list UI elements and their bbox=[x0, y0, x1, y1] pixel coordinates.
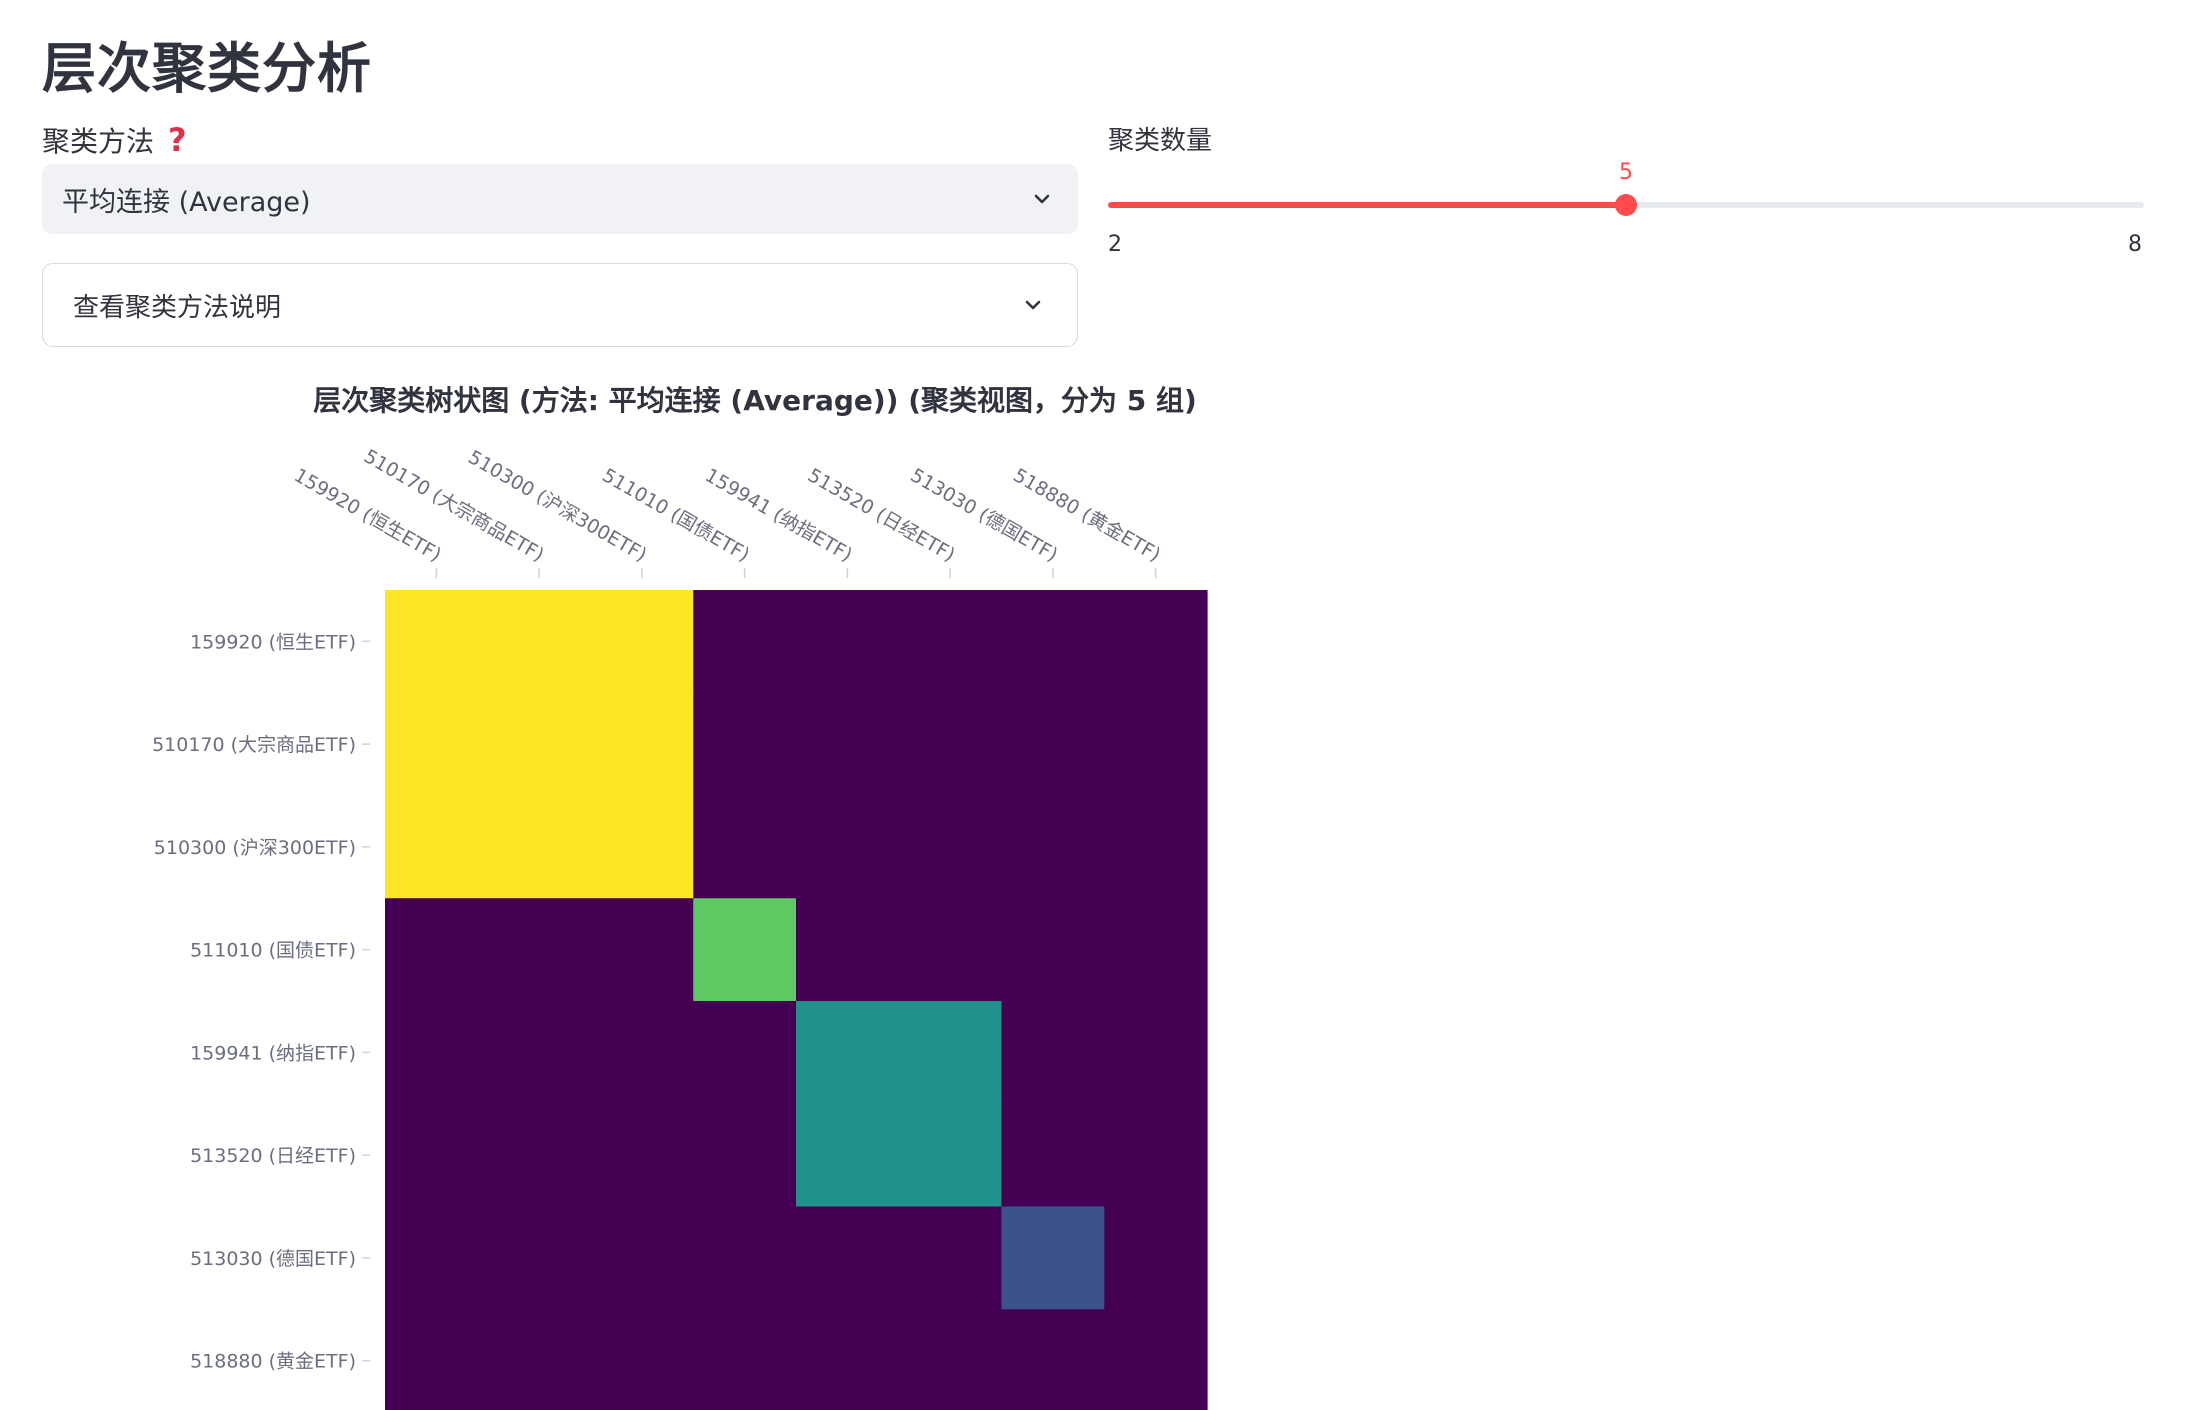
heatmap-cell bbox=[898, 692, 1003, 797]
heatmap-cell bbox=[796, 1206, 900, 1310]
heatmap-cell bbox=[590, 1001, 694, 1105]
heatmap-cell bbox=[385, 692, 489, 797]
heatmap-cell bbox=[385, 1309, 489, 1410]
heatmap-cell bbox=[590, 590, 694, 694]
method-select-value: 平均连接 (Average) bbox=[62, 186, 311, 218]
heatmap-cell bbox=[693, 1206, 797, 1310]
heatmap-cell bbox=[487, 1001, 592, 1105]
y-tick-label: 159941 (纳指ETF) bbox=[190, 1042, 356, 1064]
heatmap-cell bbox=[898, 795, 1003, 899]
heatmap-cell bbox=[898, 898, 1003, 1002]
heatmap-cell bbox=[487, 1206, 592, 1310]
heatmap-cell bbox=[796, 1309, 900, 1410]
heatmap-cell bbox=[487, 1103, 592, 1208]
heatmap-cell bbox=[1001, 795, 1105, 899]
heatmap-cell bbox=[898, 1001, 1003, 1105]
heatmap-cell bbox=[693, 1001, 797, 1105]
x-tick-label: 510300 (沪深300ETF) bbox=[464, 446, 650, 566]
cluster-count-value: 5 bbox=[1619, 160, 1633, 185]
chart-title: 层次聚类树状图 (方法: 平均连接 (Average)) (聚类视图，分为 5 … bbox=[313, 384, 1197, 417]
heatmap-cell bbox=[487, 898, 592, 1002]
heatmap-cell bbox=[487, 692, 592, 797]
heatmap-cell bbox=[796, 692, 900, 797]
y-tick-label: 510170 (大宗商品ETF) bbox=[152, 734, 356, 756]
heatmap-cell bbox=[693, 1309, 797, 1410]
heatmap-cell bbox=[1104, 795, 1208, 899]
heatmap-cell bbox=[590, 1103, 694, 1208]
x-tick-label: 510170 (大宗商品ETF) bbox=[360, 445, 548, 566]
heatmap-cell bbox=[590, 898, 694, 1002]
page-title: 层次聚类分析 bbox=[42, 37, 372, 100]
heatmap-cell bbox=[1104, 692, 1208, 797]
method-label: 聚类方法 bbox=[42, 125, 155, 158]
heatmap-cell bbox=[1001, 898, 1105, 1002]
heatmap-cell bbox=[487, 590, 592, 694]
heatmap-cell bbox=[693, 898, 797, 1002]
heatmap-cell bbox=[1104, 1206, 1208, 1310]
heatmap-cell bbox=[385, 1103, 489, 1208]
y-tick-label: 513030 (德国ETF) bbox=[190, 1248, 356, 1270]
cluster-count-slider[interactable] bbox=[1108, 194, 2144, 216]
heatmap-cell bbox=[1104, 1001, 1208, 1105]
expander-label: 查看聚类方法说明 bbox=[73, 292, 282, 323]
chevron-down-icon bbox=[1025, 300, 1041, 310]
heatmap-cell bbox=[590, 795, 694, 899]
heatmap-cell bbox=[898, 590, 1003, 694]
heatmap-cell bbox=[487, 1309, 592, 1410]
heatmap-cell bbox=[796, 1001, 900, 1105]
heatmap-cell bbox=[796, 795, 900, 899]
cluster-count-label: 聚类数量 bbox=[1108, 126, 1213, 156]
heatmap-cell bbox=[487, 795, 592, 899]
y-tick-label: 510300 (沪深300ETF) bbox=[154, 837, 356, 859]
heatmap-cell bbox=[693, 692, 797, 797]
heatmap-cell bbox=[1104, 1309, 1208, 1410]
heatmap-cell bbox=[693, 1103, 797, 1208]
slider-thumb[interactable] bbox=[1615, 194, 1637, 216]
heatmap-cell bbox=[385, 590, 489, 694]
method-explanation-expander[interactable]: 查看聚类方法说明 bbox=[42, 263, 1078, 347]
chevron-down-icon bbox=[1034, 194, 1050, 204]
heatmap-cell bbox=[1001, 1309, 1105, 1410]
heatmap-cell bbox=[590, 692, 694, 797]
heatmap-cell bbox=[796, 898, 900, 1002]
heatmap-cell bbox=[1001, 1206, 1105, 1310]
heatmap-cell bbox=[693, 590, 797, 694]
heatmap-cell bbox=[590, 1206, 694, 1310]
heatmap-cell bbox=[1001, 1001, 1105, 1105]
cluster-heatmap-chart: 层次聚类树状图 (方法: 平均连接 (Average)) (聚类视图，分为 5 … bbox=[152, 384, 1208, 1410]
heatmap-cell bbox=[1104, 590, 1208, 694]
heatmap-cell bbox=[1001, 1103, 1105, 1208]
heatmap-cell bbox=[898, 1103, 1003, 1208]
heatmap-cell bbox=[796, 1103, 900, 1208]
heatmap-cell bbox=[898, 1206, 1003, 1310]
method-label-row: 聚类方法 ? bbox=[42, 120, 190, 160]
y-tick-label: 511010 (国债ETF) bbox=[190, 940, 356, 962]
heatmap-cell bbox=[1104, 898, 1208, 1002]
heatmap-cell bbox=[796, 590, 900, 694]
heatmap-cell bbox=[385, 898, 489, 1002]
y-tick-label: 513520 (日经ETF) bbox=[190, 1145, 356, 1167]
question-mark-icon[interactable]: ? bbox=[168, 124, 190, 156]
heatmap-cell bbox=[385, 795, 489, 899]
slider-fill bbox=[1108, 202, 1626, 208]
heatmap-cell bbox=[1001, 590, 1105, 694]
heatmap-cell bbox=[385, 1206, 489, 1310]
heatmap-cell bbox=[590, 1309, 694, 1410]
slider-min-label: 2 bbox=[1108, 232, 1122, 257]
y-tick-label: 518880 (黄金ETF) bbox=[190, 1351, 356, 1373]
heatmap-cell bbox=[1104, 1103, 1208, 1208]
heatmap-cell bbox=[693, 795, 797, 899]
y-tick-label: 159920 (恒生ETF) bbox=[190, 631, 356, 653]
heatmap-cell bbox=[898, 1309, 1003, 1410]
heatmap-cell bbox=[385, 1001, 489, 1105]
method-select[interactable]: 平均连接 (Average) bbox=[42, 164, 1078, 234]
heatmap-cell bbox=[1001, 692, 1105, 797]
slider-max-label: 8 bbox=[2128, 232, 2142, 257]
